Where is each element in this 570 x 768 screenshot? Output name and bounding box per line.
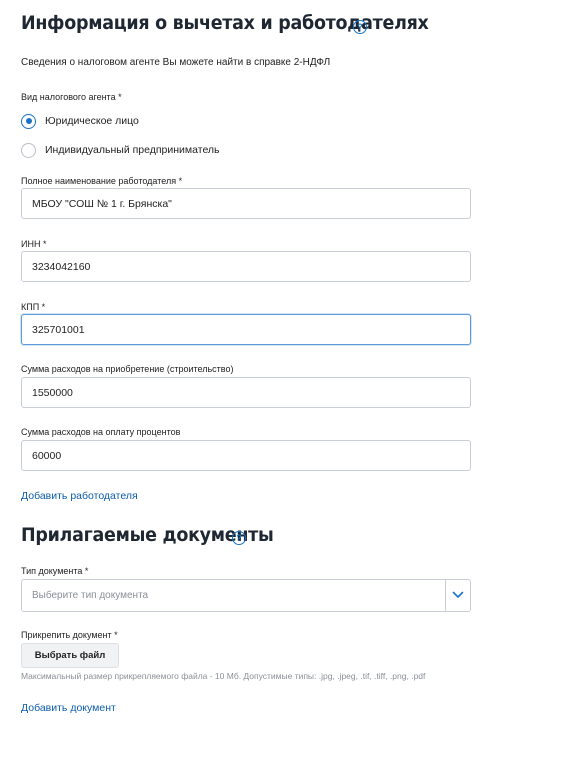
interest-expenses-label: Сумма расходов на оплату процентов xyxy=(21,427,181,437)
choose-file-button[interactable]: Выбрать файл xyxy=(21,643,119,668)
doc-type-select[interactable]: Выберите тип документа xyxy=(21,579,471,612)
radio-individual-entrepreneur-label: Индивидуальный предприниматель xyxy=(45,144,220,156)
tax-agent-note: Сведения о налоговом агенте Вы можете на… xyxy=(21,57,331,68)
attach-label: Прикрепить документ * xyxy=(21,630,118,640)
radio-legal-entity-button[interactable] xyxy=(21,113,36,129)
inn-label: ИНН * xyxy=(21,239,47,249)
doc-type-label: Тип документа * xyxy=(21,566,89,576)
inn-input[interactable] xyxy=(21,251,471,282)
file-size-hint: Максимальный размер прикрепляемого файла… xyxy=(21,671,426,681)
deductions-section-title: Информация о вычетах и работодателях xyxy=(21,12,429,34)
deductions-help-icon[interactable]: ? xyxy=(353,20,367,34)
purchase-expenses-input[interactable] xyxy=(21,377,471,408)
select-divider xyxy=(445,580,446,611)
interest-expenses-input[interactable] xyxy=(21,440,471,471)
employer-name-label: Полное наименование работодателя * xyxy=(21,176,183,186)
radio-legal-entity-label: Юридическое лицо xyxy=(45,115,139,127)
agent-type-label: Вид налогового агента * xyxy=(21,92,122,102)
kpp-label: КПП * xyxy=(21,302,46,312)
purchase-expenses-label: Сумма расходов на приобретение (строител… xyxy=(21,364,234,374)
radio-individual-entrepreneur[interactable]: Индивидуальный предприниматель xyxy=(21,141,220,159)
radio-individual-entrepreneur-button[interactable] xyxy=(21,142,36,158)
add-document-link[interactable]: Добавить документ xyxy=(21,702,116,714)
radio-legal-entity[interactable]: Юридическое лицо xyxy=(21,112,139,130)
chevron-down-icon[interactable] xyxy=(452,590,464,600)
kpp-input[interactable] xyxy=(21,314,471,345)
doc-type-placeholder: Выберите тип документа xyxy=(32,590,149,601)
add-employer-link[interactable]: Добавить работодателя xyxy=(21,490,138,502)
employer-name-input[interactable] xyxy=(21,188,471,219)
documents-help-icon[interactable]: ? xyxy=(232,531,246,545)
